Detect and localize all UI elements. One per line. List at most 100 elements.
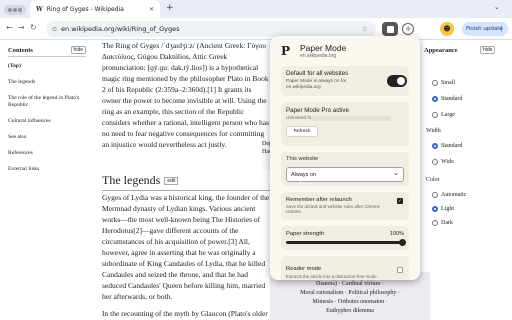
- wikipedia-page: Contents hide (Top) The legends The role…: [0, 40, 512, 320]
- appearance-panel: Appearance hide Small Standard Large Wid…: [418, 40, 512, 320]
- radio-large[interactable]: Large: [432, 112, 455, 118]
- toc-item[interactable]: References: [8, 150, 86, 157]
- strength-slider[interactable]: [286, 239, 406, 246]
- refresh-button[interactable]: Refresh: [286, 126, 318, 137]
- radio-label: Standard: [441, 96, 463, 102]
- radio-label: Standard: [441, 143, 463, 149]
- radio-icon: [432, 80, 438, 86]
- section-heading-legends: The legends edit: [102, 173, 272, 191]
- radio-icon: [432, 96, 438, 102]
- strength-label: Paper strength: [286, 231, 325, 237]
- navbox-line[interactable]: Euthyphro dilemma: [270, 307, 430, 316]
- radio-icon: [432, 143, 438, 149]
- radio-light[interactable]: Light: [432, 206, 454, 212]
- radio-width-standard[interactable]: Standard: [432, 143, 462, 149]
- dot-icon: [8, 8, 12, 12]
- radio-small[interactable]: Small: [432, 80, 455, 86]
- radio-icon: [432, 206, 438, 212]
- pro-account-redacted: [311, 116, 391, 121]
- tab-title: Ring of Gyges - Wikipedia: [46, 5, 124, 13]
- reload-icon[interactable]: ↻: [30, 23, 37, 32]
- toc-item[interactable]: The role of the legend in Plato's Republ…: [8, 95, 86, 109]
- pro-card: Paper Mode Pro active Unlocked for Refre…: [281, 102, 409, 146]
- radio-label: Automatic: [441, 192, 467, 198]
- remember-title: Remember after relaunch: [286, 197, 352, 203]
- radio-automatic[interactable]: Automatic: [432, 192, 466, 198]
- navbox-line[interactable]: Mimesis · Orthotes onomaton ·: [270, 298, 430, 307]
- url-text: en.wikipedia.org/wiki/Ring_of_Gyges: [61, 25, 180, 33]
- width-label: Width: [426, 128, 441, 134]
- radio-label: Wide: [441, 159, 454, 165]
- reader-card: Reader mode Extracts the article into a …: [281, 256, 409, 280]
- toc-item[interactable]: External links: [8, 166, 86, 173]
- forward-icon[interactable]: →: [18, 23, 25, 32]
- tab-search-button[interactable]: [4, 5, 26, 15]
- extensions-puzzle-icon[interactable]: ✣: [402, 23, 414, 35]
- pro-desc: Unlocked for: [286, 116, 313, 121]
- radio-label: Large: [441, 112, 455, 118]
- glaucon-paragraph: In the recounting of the myth by Glaucon…: [102, 309, 268, 318]
- radio-icon: [432, 192, 438, 198]
- reader-title: Reader mode: [286, 266, 322, 272]
- toolbar: ← → ↻ ⊙ en.wikipedia.org/wiki/Ring_of_Gy…: [0, 18, 512, 40]
- table-of-contents: Contents hide (Top) The legends The role…: [8, 46, 86, 182]
- bookmark-star-icon[interactable]: ☆: [362, 25, 368, 33]
- popup-title: Paper Mode: [300, 43, 347, 53]
- toc-item[interactable]: Cultural influences: [8, 118, 86, 125]
- paper-mode-popup: P Paper Mode en.wikipedia.org Default fo…: [270, 36, 420, 280]
- toc-title: Contents: [8, 46, 33, 54]
- remember-card: Remember after relaunch Save the default…: [281, 192, 409, 220]
- radio-label: Light: [441, 206, 454, 212]
- website-card: This website Always on: [281, 152, 409, 186]
- radio-label: Small: [441, 80, 456, 86]
- reader-checkbox[interactable]: [397, 267, 403, 273]
- intro-paragraph: The Ring of Gyges /ˈdʒaɪdʒiːz/ (Ancient …: [102, 41, 270, 149]
- radio-icon: [432, 220, 438, 226]
- toc-hide-button[interactable]: hide: [70, 46, 86, 54]
- strength-card: Paper strength 100%: [281, 226, 409, 250]
- radio-label: Dark: [441, 220, 453, 226]
- radio-icon: [432, 112, 438, 118]
- dot-icon: [13, 8, 17, 12]
- appearance-hide-button[interactable]: hide: [480, 46, 496, 54]
- navbox-line[interactable]: Moral rationalism · Political philosophy…: [270, 289, 430, 298]
- color-label: Color: [426, 177, 440, 183]
- radio-icon: [432, 159, 438, 165]
- new-tab-icon[interactable]: +: [166, 3, 174, 13]
- paper-mode-logo-icon: P: [281, 44, 291, 58]
- radio-wide[interactable]: Wide: [432, 159, 454, 165]
- wikipedia-favicon-icon: W: [36, 5, 43, 13]
- radio-dark[interactable]: Dark: [432, 220, 453, 226]
- reader-desc: Extracts the article into a distraction-…: [286, 274, 378, 279]
- toc-item[interactable]: (Top): [8, 63, 86, 70]
- close-tab-icon[interactable]: ✕: [149, 6, 154, 13]
- finish-update-button[interactable]: Finish update: [462, 22, 508, 36]
- popup-site: en.wikipedia.org: [300, 53, 337, 59]
- legends-paragraph: Gyges of Lydia was a historical king, th…: [102, 193, 270, 301]
- navbox-line[interactable]: Dianoia) · Cardinal virtues ·: [270, 280, 430, 289]
- default-card: Default for all websites Paper Mode is a…: [281, 66, 409, 96]
- default-title: Default for all websites: [286, 70, 349, 77]
- chevron-down-icon[interactable]: ⌄: [494, 3, 500, 11]
- strength-value: 100%: [389, 231, 404, 237]
- default-desc: Paper Mode is always on for en.wikipedia…: [286, 79, 347, 90]
- website-label: This website: [286, 156, 319, 162]
- back-icon[interactable]: ←: [6, 23, 13, 32]
- site-info-icon[interactable]: ⊙: [52, 26, 57, 33]
- toc-item[interactable]: The legends: [8, 79, 86, 86]
- toc-item[interactable]: See also: [8, 134, 86, 141]
- edit-link[interactable]: edit: [164, 177, 179, 186]
- radio-standard[interactable]: Standard: [432, 96, 462, 102]
- tab-wikipedia[interactable]: W Ring of Gyges - Wikipedia ✕: [30, 0, 160, 18]
- address-bar[interactable]: ⊙ en.wikipedia.org/wiki/Ring_of_Gyges ☆: [46, 21, 376, 37]
- remember-desc: Save the default and website rules after…: [286, 204, 380, 214]
- heading-text: The legends: [102, 173, 161, 187]
- appearance-title: Appearance: [424, 47, 458, 54]
- default-toggle[interactable]: [387, 75, 407, 87]
- dot-icon: [18, 8, 22, 12]
- paper-mode-extension-icon[interactable]: [382, 22, 398, 36]
- profile-avatar-icon[interactable]: ☻: [440, 22, 454, 36]
- website-select[interactable]: Always on: [286, 167, 404, 182]
- remember-checkbox[interactable]: ✓: [397, 198, 403, 204]
- tab-bar: W Ring of Gyges - Wikipedia ✕ + ⌄: [0, 0, 512, 18]
